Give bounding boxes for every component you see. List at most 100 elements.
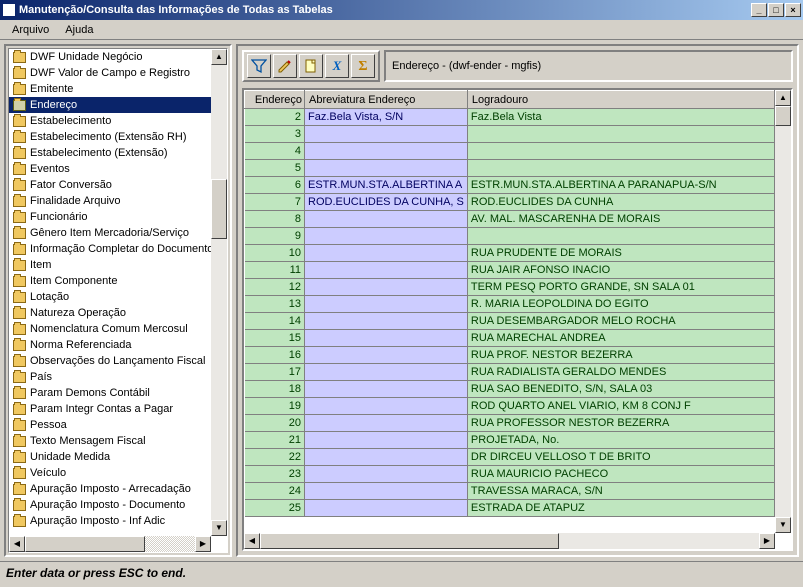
table-row[interactable]: 6ESTR.MUN.STA.ALBERTINA AESTR.MUN.STA.AL… (245, 177, 775, 194)
tree-item[interactable]: Estabelecimento (9, 113, 211, 129)
sum-button[interactable]: Σ (351, 54, 375, 78)
table-cell[interactable]: 22 (245, 449, 305, 466)
tree-item[interactable]: Estabelecimento (Extensão) (9, 145, 211, 161)
tree-item[interactable]: Apuração Imposto - Documento (9, 497, 211, 513)
new-button[interactable] (299, 54, 323, 78)
table-cell[interactable] (305, 211, 468, 228)
table-cell[interactable]: TERM PESQ PORTO GRANDE, SN SALA 01 (467, 279, 774, 296)
tree-item[interactable]: Apuração Imposto - Inf Adic (9, 513, 211, 529)
tree-item[interactable]: Param Demons Contábil (9, 385, 211, 401)
scroll-thumb[interactable] (260, 533, 559, 549)
scroll-thumb[interactable] (211, 179, 227, 239)
table-cell[interactable]: ROD.EUCLIDES DA CUNHA (467, 194, 774, 211)
table-row[interactable]: 13 R. MARIA LEOPOLDINA DO EGITO (245, 296, 775, 313)
table-cell[interactable]: 8 (245, 211, 305, 228)
col-abreviatura[interactable]: Abreviatura Endereço (305, 91, 468, 109)
table-cell[interactable]: 3 (245, 126, 305, 143)
edit-button[interactable] (273, 54, 297, 78)
table-cell[interactable] (305, 296, 468, 313)
table-cell[interactable]: 10 (245, 245, 305, 262)
table-tree[interactable]: DWF Unidade NegócioDWF Valor de Campo e … (9, 49, 227, 552)
table-row[interactable]: 17 RUA RADIALISTA GERALDO MENDES (245, 364, 775, 381)
table-cell[interactable]: Faz.Bela Vista (467, 109, 774, 126)
table-cell[interactable]: RUA PROFESSOR NESTOR BEZERRA (467, 415, 774, 432)
table-cell[interactable] (305, 279, 468, 296)
table-row[interactable]: 5 (245, 160, 775, 177)
table-row[interactable]: 7ROD.EUCLIDES DA CUNHA, SROD.EUCLIDES DA… (245, 194, 775, 211)
tree-item[interactable]: Fator Conversão (9, 177, 211, 193)
tree-item[interactable]: Estabelecimento (Extensão RH) (9, 129, 211, 145)
menu-arquivo[interactable]: Arquivo (4, 22, 57, 38)
table-cell[interactable]: 9 (245, 228, 305, 245)
table-cell[interactable] (305, 449, 468, 466)
table-cell[interactable]: R. MARIA LEOPOLDINA DO EGITO (467, 296, 774, 313)
table-cell[interactable]: 20 (245, 415, 305, 432)
tree-item[interactable]: Item Componente (9, 273, 211, 289)
table-cell[interactable]: 2 (245, 109, 305, 126)
table-cell[interactable]: 12 (245, 279, 305, 296)
scroll-up-button[interactable]: ▲ (211, 49, 227, 65)
table-cell[interactable]: RUA PROF. NESTOR BEZERRA (467, 347, 774, 364)
table-cell[interactable] (305, 483, 468, 500)
table-row[interactable]: 19 ROD QUARTO ANEL VIARIO, KM 8 CONJ F (245, 398, 775, 415)
table-cell[interactable] (305, 466, 468, 483)
tree-item[interactable]: Param Integr Contas a Pagar (9, 401, 211, 417)
tree-item[interactable]: Eventos (9, 161, 211, 177)
tree-item[interactable]: Unidade Medida (9, 449, 211, 465)
menu-ajuda[interactable]: Ajuda (57, 22, 101, 38)
table-cell[interactable]: ESTR.MUN.STA.ALBERTINA A PARANAPUA-S/N (467, 177, 774, 194)
tree-item[interactable]: Funcionário (9, 209, 211, 225)
table-cell[interactable] (305, 381, 468, 398)
table-cell[interactable]: RUA RADIALISTA GERALDO MENDES (467, 364, 774, 381)
table-cell[interactable]: 23 (245, 466, 305, 483)
tree-item[interactable]: DWF Valor de Campo e Registro (9, 65, 211, 81)
scroll-right-button[interactable]: ▶ (759, 533, 775, 549)
table-cell[interactable] (305, 313, 468, 330)
table-row[interactable]: 4 (245, 143, 775, 160)
table-row[interactable]: 8AV. MAL. MASCARENHA DE MORAIS (245, 211, 775, 228)
table-row[interactable]: 23RUA MAURICIO PACHECO (245, 466, 775, 483)
table-cell[interactable]: ESTR.MUN.STA.ALBERTINA A (305, 177, 468, 194)
table-cell[interactable]: 7 (245, 194, 305, 211)
titlebar[interactable]: Manutenção/Consulta das Informações de T… (0, 0, 803, 20)
grid-vscroll[interactable]: ▲ ▼ (775, 90, 791, 533)
table-cell[interactable]: RUA JAIR AFONSO INACIO (467, 262, 774, 279)
table-cell[interactable] (305, 364, 468, 381)
col-endereco[interactable]: Endereço (245, 91, 305, 109)
tree-vscroll[interactable]: ▲ ▼ (211, 49, 227, 536)
filter-button[interactable] (247, 54, 271, 78)
table-cell[interactable]: 19 (245, 398, 305, 415)
table-cell[interactable] (467, 126, 774, 143)
table-cell[interactable]: 25 (245, 500, 305, 517)
table-cell[interactable] (305, 143, 468, 160)
table-row[interactable]: 10 RUA PRUDENTE DE MORAIS (245, 245, 775, 262)
table-row[interactable]: 9 (245, 228, 775, 245)
table-cell[interactable]: RUA MARECHAL ANDREA (467, 330, 774, 347)
table-row[interactable]: 22DR DIRCEU VELLOSO T DE BRITO (245, 449, 775, 466)
table-cell[interactable]: 17 (245, 364, 305, 381)
grid-hscroll[interactable]: ◀ ▶ (244, 533, 775, 549)
tree-item[interactable]: Finalidade Arquivo (9, 193, 211, 209)
table-cell[interactable]: Faz.Bela Vista, S/N (305, 109, 468, 126)
tree-item[interactable]: Observações do Lançamento Fiscal (9, 353, 211, 369)
table-row[interactable]: 14RUA DESEMBARGADOR MELO ROCHA (245, 313, 775, 330)
table-cell[interactable] (305, 160, 468, 177)
tree-item[interactable]: Informação Completar do Documento (9, 241, 211, 257)
table-cell[interactable]: 15 (245, 330, 305, 347)
tree-item[interactable]: Apuração Imposto - Arrecadação (9, 481, 211, 497)
table-row[interactable]: 24TRAVESSA MARACA, S/N (245, 483, 775, 500)
table-cell[interactable]: 5 (245, 160, 305, 177)
table-cell[interactable]: RUA PRUDENTE DE MORAIS (467, 245, 774, 262)
table-row[interactable]: 21PROJETADA, No. (245, 432, 775, 449)
tree-item[interactable]: Item (9, 257, 211, 273)
table-cell[interactable]: 13 (245, 296, 305, 313)
tree-item[interactable]: Natureza Operação (9, 305, 211, 321)
table-cell[interactable] (467, 228, 774, 245)
table-cell[interactable] (467, 160, 774, 177)
close-button[interactable]: × (785, 3, 801, 17)
table-cell[interactable]: ROD QUARTO ANEL VIARIO, KM 8 CONJ F (467, 398, 774, 415)
scroll-thumb[interactable] (25, 536, 145, 552)
tree-item[interactable]: Gênero Item Mercadoria/Serviço (9, 225, 211, 241)
table-cell[interactable] (305, 330, 468, 347)
col-logradouro[interactable]: Logradouro (467, 91, 774, 109)
